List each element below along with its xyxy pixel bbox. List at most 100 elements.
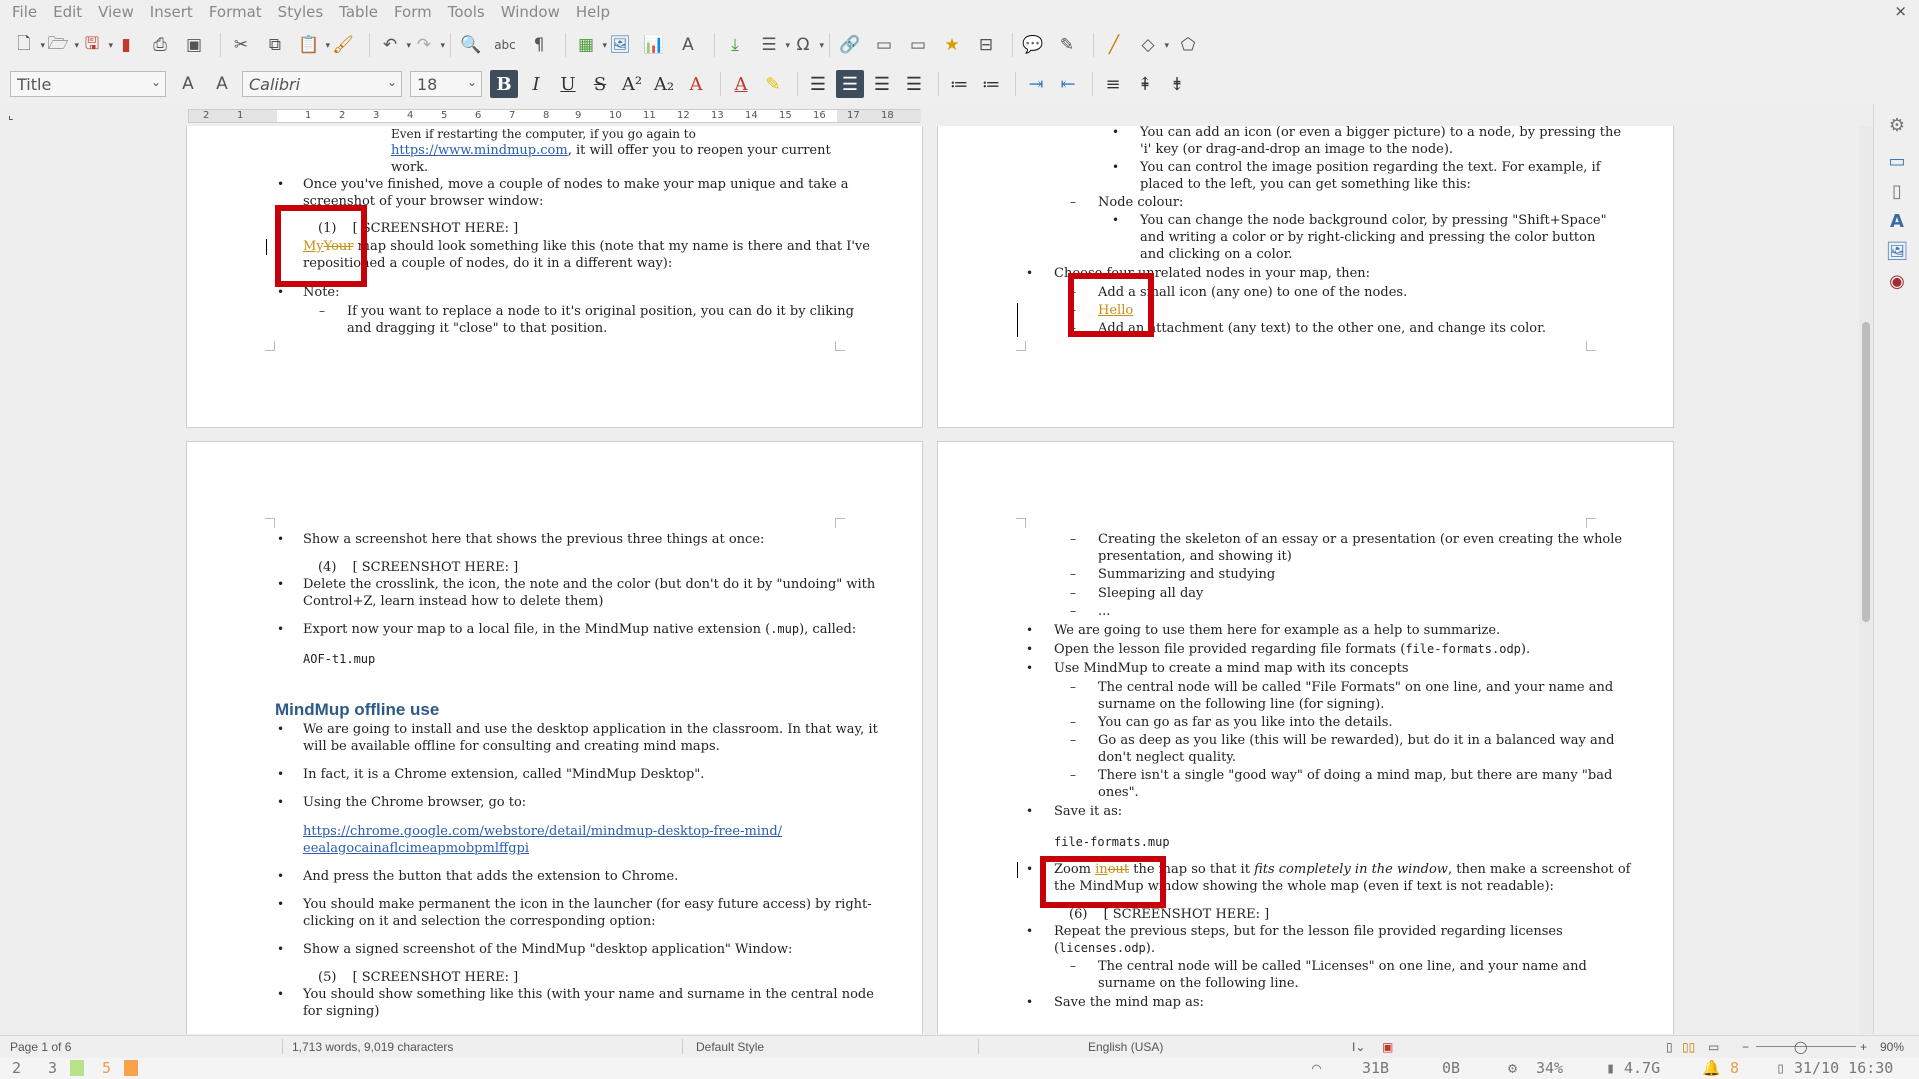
page-3[interactable]: • Show a screenshot here that shows the … bbox=[186, 441, 923, 1034]
new-document-icon[interactable]: 🗋 bbox=[10, 31, 45, 59]
workspace-3[interactable]: 3 bbox=[48, 1059, 57, 1077]
align-right-icon[interactable]: ☰ bbox=[868, 70, 896, 98]
font-size-select[interactable]: 18 ⌄ bbox=[410, 71, 482, 97]
hyperlink-icon[interactable]: 🔗 bbox=[836, 31, 864, 59]
new-style-icon[interactable]: A bbox=[208, 70, 236, 98]
decrease-indent-icon[interactable]: ⇤ bbox=[1054, 70, 1082, 98]
export-pdf-icon[interactable]: ▮ bbox=[112, 31, 140, 59]
clear-formatting-button[interactable]: A bbox=[682, 70, 710, 98]
page-count[interactable]: Page 1 of 6 bbox=[10, 1040, 71, 1054]
subscript-button[interactable]: A₂ bbox=[650, 70, 678, 98]
font-name-select[interactable]: Calibri ⌄ bbox=[242, 71, 402, 97]
menu-table[interactable]: Table bbox=[331, 0, 386, 24]
spellcheck-icon[interactable]: abc bbox=[491, 31, 519, 59]
font-color-button[interactable]: A bbox=[727, 70, 755, 98]
page-2[interactable]: • You can add an icon (or even a bigger … bbox=[937, 126, 1674, 428]
undo-icon[interactable]: ↶ bbox=[376, 31, 411, 59]
insert-textbox-icon[interactable]: A bbox=[674, 31, 702, 59]
strikethrough-button[interactable]: S bbox=[586, 70, 614, 98]
update-style-icon[interactable]: A bbox=[174, 70, 202, 98]
menu-tools[interactable]: Tools bbox=[440, 0, 493, 24]
redo-icon[interactable]: ↷ bbox=[410, 31, 445, 59]
bold-button[interactable]: B bbox=[490, 70, 518, 98]
superscript-button[interactable]: A² bbox=[618, 70, 646, 98]
paragraph-spacing-increase-icon[interactable]: ⇞ bbox=[1131, 70, 1159, 98]
highlight-color-button[interactable]: ✎ bbox=[759, 70, 787, 98]
open-folder-icon[interactable]: 🗁 bbox=[44, 31, 79, 59]
align-left-icon[interactable]: ☰ bbox=[804, 70, 832, 98]
menu-insert[interactable]: Insert bbox=[142, 0, 201, 24]
paste-icon[interactable]: 📋 bbox=[295, 31, 330, 59]
mindmup-link[interactable]: https://www.mindmup.com bbox=[391, 143, 568, 158]
notification-count[interactable]: 8 bbox=[1730, 1059, 1739, 1077]
horizontal-ruler[interactable]: 2 1 1 2 3 4 5 6 7 8 9 10 11 12 13 14 15 … bbox=[188, 109, 921, 123]
chrome-store-link[interactable]: eealagocainaflcimeapmobpmlffgpi bbox=[303, 841, 529, 856]
properties-icon[interactable]: ▭ bbox=[1884, 148, 1910, 174]
page-4[interactable]: – Creating the skeleton of an essay or a… bbox=[937, 441, 1674, 1034]
clock[interactable]: 31/10 16:30 bbox=[1794, 1059, 1893, 1077]
workspace-5[interactable]: 5 bbox=[102, 1059, 111, 1077]
close-document-icon[interactable]: × bbox=[1894, 2, 1907, 20]
tab-stop-selector-icon[interactable]: ⌞ bbox=[8, 108, 14, 122]
navigator-icon[interactable]: ◉ bbox=[1884, 268, 1910, 294]
unordered-list-icon[interactable]: ≔ bbox=[945, 70, 973, 98]
print-icon[interactable]: ⎙ bbox=[146, 31, 174, 59]
paragraph-spacing-decrease-icon[interactable]: ⇟ bbox=[1163, 70, 1191, 98]
print-preview-icon[interactable]: ▣ bbox=[180, 31, 208, 59]
menu-format[interactable]: Format bbox=[201, 0, 270, 24]
cut-icon[interactable]: ✂ bbox=[227, 31, 255, 59]
word-count[interactable]: 1,713 words, 9,019 characters bbox=[292, 1040, 453, 1054]
basic-shapes-icon[interactable]: ◇ bbox=[1134, 31, 1169, 59]
line-icon[interactable]: ╱ bbox=[1100, 31, 1128, 59]
endnote-icon[interactable]: ▭ bbox=[904, 31, 932, 59]
vertical-scrollbar[interactable] bbox=[1859, 126, 1873, 1034]
styles-icon[interactable]: A bbox=[1884, 208, 1910, 234]
zoom-in-icon[interactable]: + bbox=[1860, 1040, 1867, 1054]
menu-window[interactable]: Window bbox=[493, 0, 568, 24]
underline-button[interactable]: U bbox=[554, 70, 582, 98]
comment-icon[interactable]: 💬 bbox=[1019, 31, 1047, 59]
document-modified-icon[interactable]: ▣ bbox=[1382, 1040, 1393, 1054]
bell-icon[interactable]: 🔔 bbox=[1702, 1059, 1721, 1077]
insert-table-icon[interactable]: ▦ bbox=[572, 31, 607, 59]
insert-chart-icon[interactable]: 📊 bbox=[640, 31, 668, 59]
workspace-4[interactable] bbox=[70, 1060, 84, 1076]
zoom-out-icon[interactable]: − bbox=[1742, 1040, 1749, 1054]
menu-file[interactable]: File bbox=[4, 0, 45, 24]
menu-styles[interactable]: Styles bbox=[270, 0, 332, 24]
menu-view[interactable]: View bbox=[90, 0, 142, 24]
draw-shapes-icon[interactable]: ⬠ bbox=[1174, 31, 1202, 59]
track-changes-icon[interactable]: ✎ bbox=[1053, 31, 1081, 59]
single-page-view-icon[interactable]: ▯ bbox=[1666, 1040, 1673, 1054]
insert-image-icon[interactable]: 🖼 bbox=[606, 31, 634, 59]
clone-formatting-icon[interactable]: 🖌 bbox=[329, 31, 357, 59]
copy-icon[interactable]: ⧉ bbox=[261, 31, 289, 59]
save-icon[interactable]: 🖫 bbox=[78, 31, 113, 59]
workspace-2[interactable]: 2 bbox=[12, 1059, 21, 1077]
book-view-icon[interactable]: ▭ bbox=[1708, 1040, 1719, 1054]
insert-field-icon[interactable]: ☰ bbox=[755, 31, 790, 59]
menu-form[interactable]: Form bbox=[386, 0, 440, 24]
gallery-icon[interactable]: 🖼 bbox=[1884, 238, 1910, 264]
page-icon[interactable]: ▯ bbox=[1884, 178, 1910, 204]
special-character-icon[interactable]: Ω bbox=[789, 31, 825, 59]
formatting-marks-icon[interactable]: ¶ bbox=[525, 31, 553, 59]
line-spacing-icon[interactable]: ≡ bbox=[1099, 70, 1127, 98]
ordered-list-icon[interactable]: ≔ bbox=[977, 70, 1005, 98]
language-status[interactable]: English (USA) bbox=[1088, 1040, 1163, 1054]
zoom-level[interactable]: 90% bbox=[1880, 1040, 1904, 1054]
scrollbar-thumb[interactable] bbox=[1862, 322, 1870, 622]
justify-icon[interactable]: ☰ bbox=[900, 70, 928, 98]
document-area[interactable]: Even if restarting the computer, if you … bbox=[0, 126, 1873, 1034]
page-1[interactable]: Even if restarting the computer, if you … bbox=[186, 126, 923, 428]
chrome-store-link[interactable]: https://chrome.google.com/webstore/detai… bbox=[303, 824, 782, 839]
align-center-icon[interactable]: ☰ bbox=[836, 70, 864, 98]
paragraph-style-select[interactable]: Title ⌄ bbox=[10, 71, 166, 97]
multi-page-view-icon[interactable]: ▯▯ bbox=[1682, 1040, 1695, 1054]
zoom-slider-handle[interactable]: ◯ bbox=[1794, 1040, 1807, 1054]
menu-help[interactable]: Help bbox=[568, 0, 618, 24]
find-replace-icon[interactable]: 🔍 bbox=[457, 31, 485, 59]
page-break-icon[interactable]: ⤓ bbox=[721, 31, 749, 59]
workspace-6[interactable] bbox=[124, 1060, 138, 1076]
menu-edit[interactable]: Edit bbox=[45, 0, 90, 24]
